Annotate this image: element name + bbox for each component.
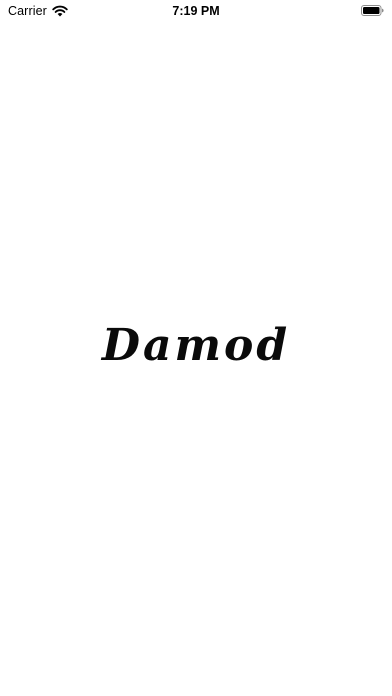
app-logo-text: Damod <box>101 320 291 371</box>
status-bar: Carrier 7:19 PM <box>0 0 392 22</box>
status-time: 7:19 PM <box>172 4 220 18</box>
battery-icon <box>361 5 384 16</box>
splash-screen: Carrier 7:19 PM Damod <box>0 0 392 696</box>
